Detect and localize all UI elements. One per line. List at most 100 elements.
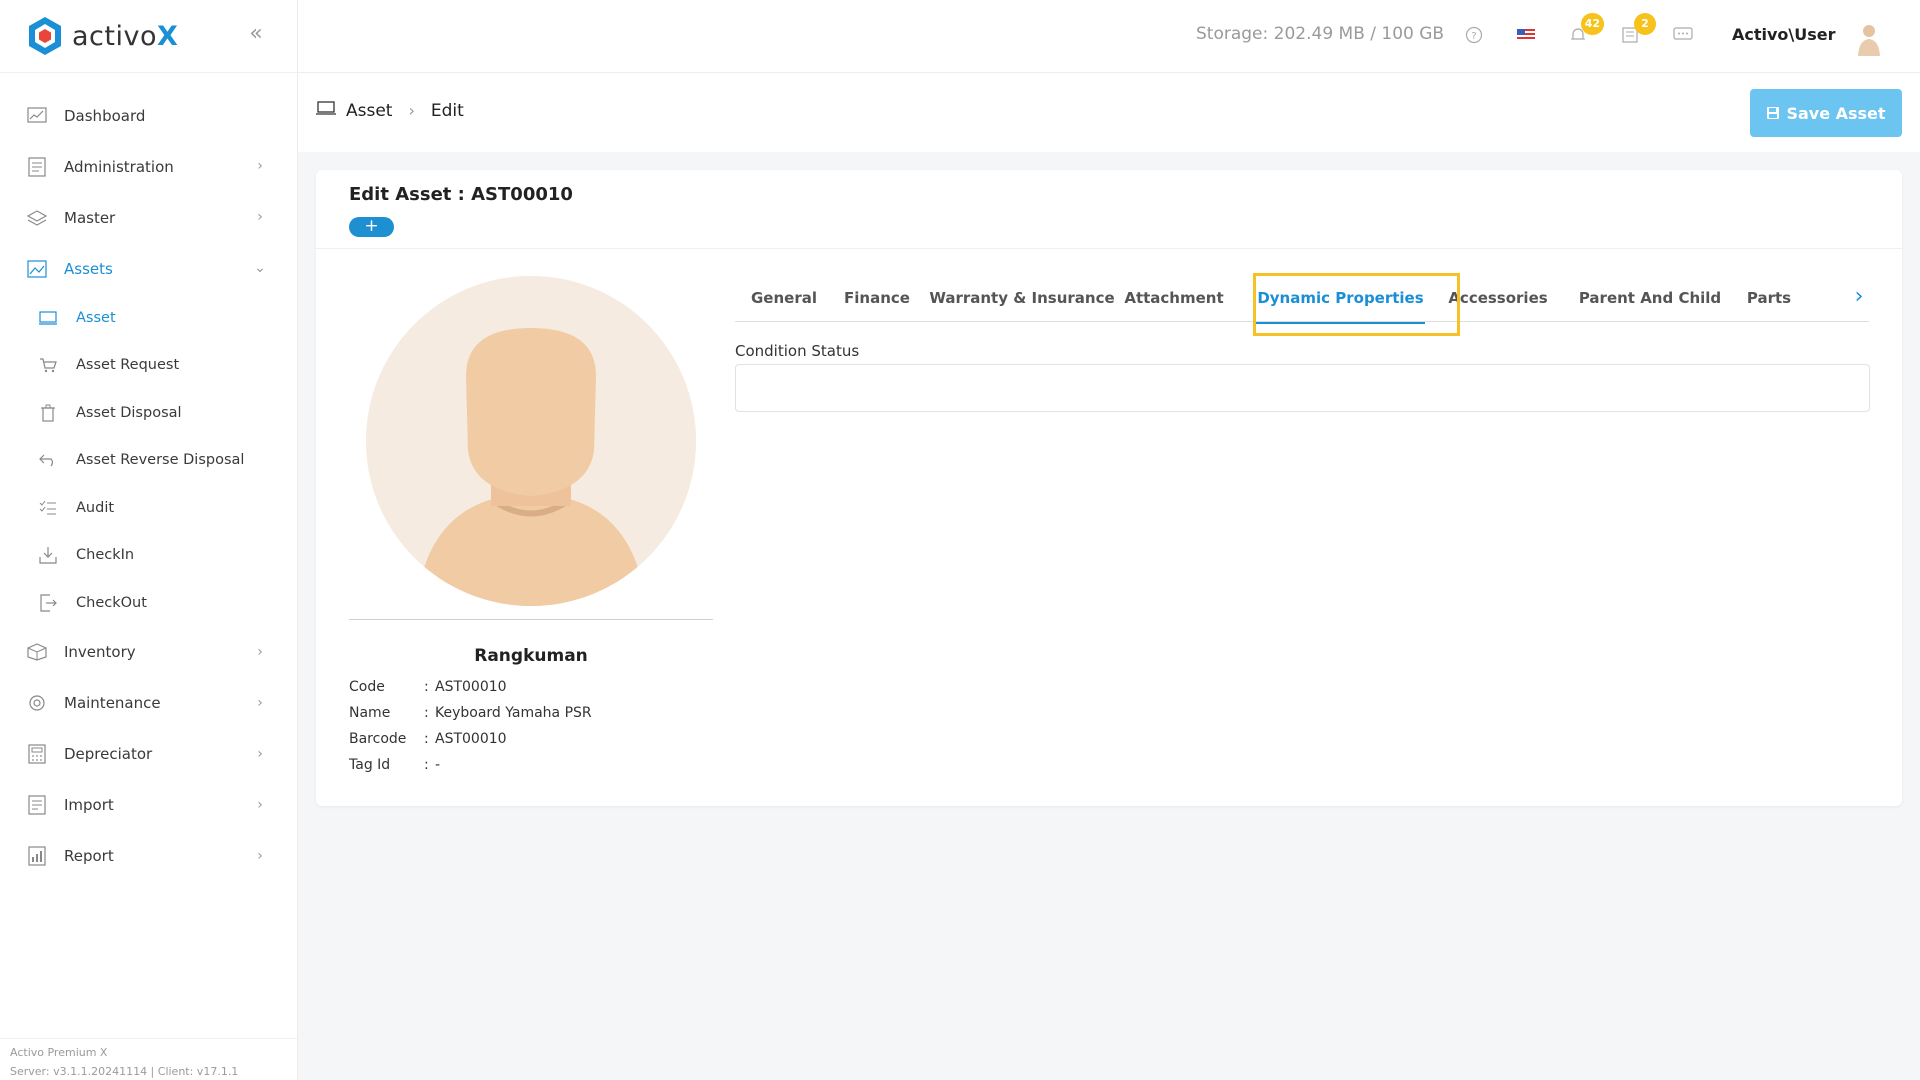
chevron-right-icon: › [257, 158, 263, 174]
notification-badge: 42 [1580, 13, 1604, 35]
sidebar-item-label: Maintenance [64, 694, 161, 712]
info-colon: : [424, 757, 429, 773]
tab-attachment[interactable]: Attachment [1123, 274, 1225, 322]
condition-status-label: Condition Status [735, 342, 860, 360]
add-button[interactable]: + [349, 217, 394, 237]
tabs-next-chevron-icon[interactable]: › [1849, 286, 1869, 310]
notification-icon[interactable]: 42 [1566, 13, 1604, 47]
app-logo[interactable]: activoX [26, 14, 178, 58]
message-icon[interactable] [1671, 23, 1695, 47]
trash-icon [38, 403, 58, 423]
card-title: Edit Asset : AST00010 [349, 184, 573, 205]
tab-warranty-insurance[interactable]: Warranty & Insurance [921, 274, 1123, 322]
tab-dynamic-properties[interactable]: Dynamic Properties [1248, 274, 1433, 324]
version-info: Server: v3.1.1.20241114 | Client: v17.1.… [10, 1065, 239, 1078]
sidebar-item-label: Import [64, 796, 114, 814]
tab-finance[interactable]: Finance [833, 274, 921, 322]
info-key: Name [349, 705, 391, 721]
asset-summary-heading: Rangkuman [474, 646, 588, 666]
asset-tabs: General Finance Warranty & Insurance Att… [735, 274, 1869, 324]
sidebar-item-administration[interactable]: Administration › [0, 141, 298, 192]
collapse-sidebar-icon[interactable]: « [244, 22, 268, 46]
us-flag-icon[interactable] [1514, 23, 1538, 47]
monitor-icon [316, 100, 336, 121]
chevron-right-icon: › [257, 694, 263, 711]
calculator-icon [26, 743, 48, 765]
sidebar-subitem-label: Asset [76, 309, 116, 326]
sidebar-subitem-label: CheckOut [76, 594, 147, 611]
task-badge: 2 [1634, 13, 1656, 35]
user-name[interactable]: Activo\User [1732, 25, 1836, 44]
sidebar-subitem-label: Asset Request [76, 357, 180, 374]
sidebar-item-label: Dashboard [64, 106, 146, 125]
help-icon[interactable]: ? [1462, 23, 1486, 47]
tab-parts[interactable]: Parts [1736, 274, 1802, 322]
top-bar: Storage: 202.49 MB / 100 GB ? 42 2 Activ… [298, 0, 1920, 73]
info-key: Tag Id [349, 757, 391, 773]
sidebar-subitem-checkout[interactable]: CheckOut [0, 579, 298, 627]
sidebar-item-maintenance[interactable]: Maintenance › [0, 678, 298, 729]
sidebar-item-report[interactable]: Report › [0, 831, 298, 882]
info-row-barcode: Barcode: AST00010 [349, 726, 592, 752]
info-key: Barcode [349, 731, 407, 747]
storage-usage: Storage: 202.49 MB / 100 GB [1196, 24, 1445, 44]
condition-status-field[interactable] [735, 364, 1870, 412]
sidebar-subitem-label: Audit [76, 499, 115, 516]
photo-divider [349, 619, 713, 620]
sidebar-item-label: Master [64, 208, 116, 227]
sidebar-item-inventory[interactable]: Inventory › [0, 627, 298, 678]
user-avatar[interactable] [1850, 20, 1888, 58]
logout-icon [38, 593, 58, 613]
sidebar-subitem-label: Asset Reverse Disposal [76, 452, 245, 469]
info-row-tag-id: Tag Id: - [349, 752, 592, 778]
chevron-down-icon: ⌄ [254, 260, 266, 276]
clipboard-icon [26, 156, 48, 178]
sidebar-subitem-asset-disposal[interactable]: Asset Disposal [0, 389, 298, 437]
image-icon [26, 258, 48, 280]
logo-text: activoX [72, 20, 179, 52]
sidebar-subitem-asset[interactable]: Asset [0, 294, 298, 342]
cart-icon [38, 355, 58, 375]
sidebar-item-label: Report [64, 847, 114, 865]
breadcrumb-root[interactable]: Asset [346, 101, 392, 121]
sidebar-subitem-audit[interactable]: Audit [0, 484, 298, 532]
asset-photo-placeholder[interactable] [366, 276, 696, 606]
info-value: AST00010 [435, 731, 507, 747]
product-name: Activo Premium X [10, 1046, 108, 1059]
sidebar-subitem-asset-request[interactable]: Asset Request [0, 342, 298, 390]
tab-general[interactable]: General [735, 274, 833, 322]
info-colon: : [424, 679, 429, 695]
sidebar-item-dashboard[interactable]: Dashboard [0, 90, 298, 141]
sidebar-item-master[interactable]: Master › [0, 192, 298, 243]
sidebar-subitem-asset-reverse-disposal[interactable]: Asset Reverse Disposal [0, 437, 298, 485]
sidebar-footer: Activo Premium X Server: v3.1.1.20241114… [0, 1038, 298, 1080]
download-icon [38, 545, 58, 565]
import-icon [26, 794, 48, 816]
sidebar-nav: Dashboard Administration › Master › Asse… [0, 90, 298, 882]
chevron-right-icon: › [257, 847, 263, 864]
tab-parent-and-child[interactable]: Parent And Child [1570, 274, 1730, 322]
tab-accessories[interactable]: Accessories [1440, 274, 1556, 322]
info-key: Code [349, 679, 385, 695]
chart-icon [26, 105, 48, 127]
card-divider [316, 248, 1902, 249]
sidebar-item-label: Inventory [64, 643, 136, 661]
sidebar-divider [0, 72, 298, 73]
edit-asset-card: Edit Asset : AST00010 + Rangkuman Code: A… [316, 170, 1902, 806]
sidebar-item-assets[interactable]: Assets ⌄ [0, 243, 298, 294]
chevron-right-icon: › [257, 643, 263, 660]
task-icon[interactable]: 2 [1618, 13, 1656, 47]
sidebar-item-import[interactable]: Import › [0, 780, 298, 831]
save-asset-button[interactable]: Save Asset [1750, 89, 1902, 137]
info-value: AST00010 [435, 679, 507, 695]
undo-icon [38, 450, 58, 470]
info-row-name: Name: Keyboard Yamaha PSR [349, 700, 592, 726]
sidebar: activoX « Dashboard Administration › Mas… [0, 0, 298, 1080]
layers-icon [26, 207, 48, 229]
sidebar-subitem-checkin[interactable]: CheckIn [0, 532, 298, 580]
save-icon [1767, 107, 1780, 119]
sidebar-item-label: Assets [64, 259, 113, 278]
chevron-right-icon: › [408, 101, 415, 120]
sidebar-item-depreciator[interactable]: Depreciator › [0, 729, 298, 780]
report-icon [26, 845, 48, 867]
